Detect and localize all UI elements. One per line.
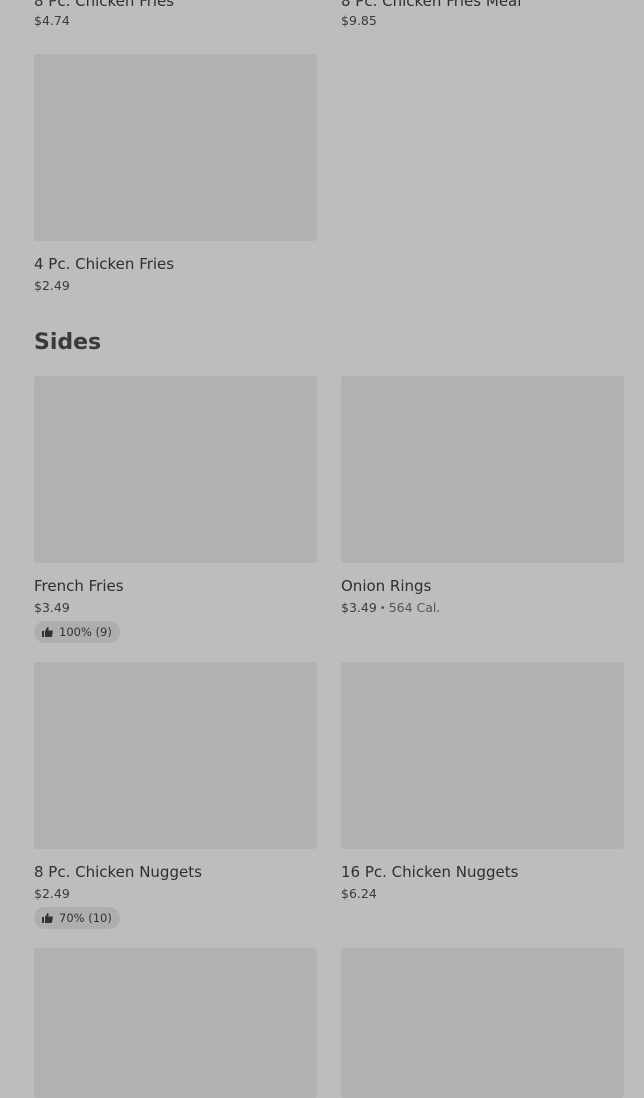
thumbs-up-icon (42, 913, 53, 923)
rating-badge: 100% (9) (34, 621, 120, 643)
item-name[interactable]: 8 Pc. Chicken Fries (34, 0, 174, 10)
item-calories: 564 Cal. (388, 600, 441, 615)
item-price: $2.49 (34, 886, 70, 901)
item-name[interactable]: 16 Pc. Chicken Nuggets (341, 863, 624, 881)
item-image[interactable] (341, 662, 624, 849)
section-title-sides: Sides (34, 330, 102, 355)
item-price: $6.24 (341, 886, 377, 901)
menu-page: 8 Pc. Chicken Fries $4.74 8 Pc. Chicken … (0, 0, 644, 1098)
item-name[interactable]: 8 Pc. Chicken Nuggets (34, 863, 317, 881)
item-image[interactable] (341, 948, 624, 1098)
thumbs-up-icon (42, 627, 53, 637)
menu-item-card[interactable]: French Fries $3.49 100% (9) (34, 376, 317, 643)
item-image[interactable] (34, 948, 317, 1098)
item-price: $2.49 (34, 278, 70, 293)
menu-item-card[interactable]: 8 Pc. Chicken Nuggets $2.49 70% (10) (34, 662, 317, 929)
menu-item-card[interactable]: 4 Pc. Chicken Fries $2.49 (34, 54, 317, 293)
rating-badge: 70% (10) (34, 907, 120, 929)
item-image[interactable] (34, 662, 317, 849)
menu-item-card[interactable] (34, 948, 317, 1098)
separator-dot: • (379, 603, 386, 614)
item-name[interactable]: Onion Rings (341, 577, 624, 595)
item-price: $4.74 (34, 13, 70, 28)
menu-item-card[interactable] (341, 948, 624, 1098)
item-price: $3.49 (34, 600, 70, 615)
item-image[interactable] (341, 376, 624, 563)
item-price: $3.49 (341, 600, 377, 615)
menu-item-card[interactable]: Onion Rings $3.49 • 564 Cal. (341, 376, 624, 615)
item-name[interactable]: 4 Pc. Chicken Fries (34, 255, 317, 273)
menu-item-card[interactable]: 16 Pc. Chicken Nuggets $6.24 (341, 662, 624, 901)
rating-text: 100% (9) (59, 625, 112, 639)
rating-text: 70% (10) (59, 911, 112, 925)
item-name[interactable]: 8 Pc. Chicken Fries Meal (341, 0, 521, 10)
item-price: $9.85 (341, 13, 377, 28)
item-image[interactable] (34, 376, 317, 563)
item-name[interactable]: French Fries (34, 577, 317, 595)
item-price-row: $3.49 • 564 Cal. (341, 600, 624, 615)
item-image[interactable] (34, 54, 317, 241)
